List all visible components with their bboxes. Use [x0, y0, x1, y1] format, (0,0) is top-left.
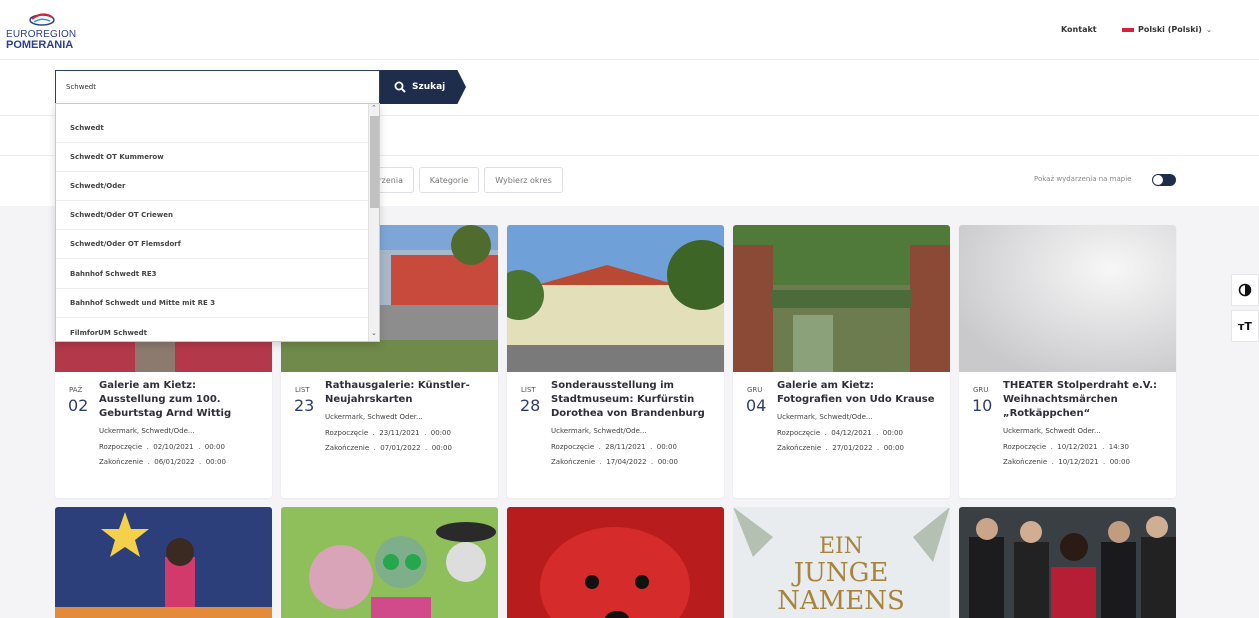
search-suggestions-dropdown: Schwedt Schwedt OT Kummerow Schwedt/Oder…: [55, 103, 380, 342]
poster-text-line1: EIN: [819, 534, 863, 559]
suggestion-item[interactable]: Schwedt/Oder: [56, 172, 368, 201]
event-poster[interactable]: [959, 507, 1176, 618]
event-poster[interactable]: [55, 507, 272, 618]
event-photo: [733, 225, 950, 372]
event-end: Zakończenie . 07/01/2022 . 00:00: [325, 444, 452, 452]
event-title[interactable]: Galerie am Kietz: Fotografien von Udo Kr…: [777, 379, 942, 407]
contact-link[interactable]: Kontakt: [1061, 25, 1097, 34]
chevron-down-icon: ⌄: [1205, 25, 1212, 34]
period-filter-label: Wybierz okres: [495, 175, 552, 185]
event-poster-image: EIN JUNGE NAMENS: [733, 507, 950, 618]
dropdown-scrollbar[interactable]: ⌃ ⌄: [368, 104, 379, 341]
event-poster-image: [55, 507, 272, 618]
event-start: Rozpoczęcie . 02/10/2021 . 00:00: [99, 443, 225, 451]
suggestion-item[interactable]: Schwedt OT Kummerow: [56, 143, 368, 172]
logo-mark-icon: [29, 13, 55, 26]
event-photo: [507, 225, 724, 372]
event-photo: [959, 225, 1176, 372]
event-title[interactable]: Galerie am Kietz: Ausstellung zum 100. G…: [99, 379, 264, 421]
event-day: 10: [972, 396, 993, 415]
event-image[interactable]: [733, 225, 950, 372]
event-card[interactable]: GRU 10 THEATER Stolperdraht e.V.: Weihna…: [959, 225, 1176, 498]
poster-text-line3: NAMENS: [777, 586, 905, 616]
event-day: 23: [294, 396, 315, 415]
event-end: Zakończenie . 06/01/2022 . 00:00: [99, 458, 226, 466]
font-size-button[interactable]: тT: [1231, 310, 1259, 342]
event-location: Uckermark, Schwedt/Ode...: [99, 427, 195, 435]
event-end: Zakończenie . 10/12/2021 . 00:00: [1003, 458, 1130, 466]
event-location: Uckermark, Schwedt Oder...: [1003, 427, 1101, 435]
event-location: Uckermark, Schwedt/Ode...: [551, 427, 647, 435]
search-input[interactable]: [55, 70, 380, 104]
event-poster[interactable]: [281, 507, 498, 618]
suggestion-item[interactable]: Schwedt/Oder OT Criewen: [56, 201, 368, 230]
event-start: Rozpoczęcie . 04/12/2021 . 00:00: [777, 429, 903, 437]
event-title[interactable]: Rathausgalerie: Künstler-Neujahrskarten: [325, 379, 490, 407]
category-filter-label: Kategorie: [429, 175, 469, 185]
event-image[interactable]: [507, 225, 724, 372]
scrollbar-thumb[interactable]: [370, 116, 379, 208]
event-type-filter-label: rzenia: [378, 175, 403, 185]
event-poster[interactable]: [507, 507, 724, 618]
period-filter[interactable]: Wybierz okres: [484, 167, 563, 193]
event-end: Zakończenie . 27/01/2022 . 00:00: [777, 444, 904, 452]
suggestion-item[interactable]: Schwedt/Oder OT Flemsdorf: [56, 230, 368, 259]
suggestion-item[interactable]: FilmforUM Schwedt: [56, 318, 368, 341]
event-poster-image: [959, 507, 1176, 618]
event-start: Rozpoczęcie . 23/11/2021 . 00:00: [325, 429, 451, 437]
suggestion-item[interactable]: Bahnhof Schwedt RE3: [56, 260, 368, 289]
event-card[interactable]: GRU 04 Galerie am Kietz: Fotografien von…: [733, 225, 950, 498]
event-day: 04: [746, 396, 767, 415]
event-end: Zakończenie . 17/04/2022 . 00:00: [551, 458, 678, 466]
event-card[interactable]: LIST 28 Sonderausstellung im Stadtmuseum…: [507, 225, 724, 498]
toggle-knob: [1153, 175, 1163, 185]
event-poster-image: [281, 507, 498, 618]
logo-text-pomerania: POMERANIA: [6, 39, 74, 51]
scroll-up-icon[interactable]: ⌃: [371, 104, 377, 112]
map-toggle[interactable]: [1152, 174, 1176, 186]
euroregion-pomerania-logo[interactable]: EUROREGION POMERANIA: [6, 11, 78, 53]
event-location: Uckermark, Schwedt Oder...: [325, 413, 423, 421]
event-image[interactable]: [959, 225, 1176, 372]
event-day: 02: [68, 396, 89, 415]
language-label: Polski (Polski): [1138, 25, 1202, 34]
event-month: GRU: [973, 386, 989, 394]
event-title[interactable]: Sonderausstellung im Stadtmuseum: Kurfür…: [551, 379, 716, 421]
search-button[interactable]: Szukaj: [380, 70, 466, 104]
poster-text-line2: JUNGE: [791, 558, 889, 588]
event-start: Rozpoczęcie . 28/11/2021 . 00:00: [551, 443, 677, 451]
event-month: LIST: [295, 386, 310, 394]
event-location: Uckermark, Schwedt/Ode...: [777, 413, 873, 421]
category-filter[interactable]: Kategorie: [419, 167, 479, 193]
map-toggle-label: Pokaż wydarzenia na mapie: [1034, 175, 1132, 183]
event-month: LIST: [521, 386, 536, 394]
event-title[interactable]: THEATER Stolperdraht e.V.: Weihnachtsmär…: [1003, 379, 1168, 421]
event-start: Rozpoczęcie . 10/12/2021 . 14:30: [1003, 443, 1129, 451]
search-button-label: Szukaj: [412, 82, 446, 92]
suggestion-item[interactable]: Bahnhof Schwedt und Mitte mit RE 3: [56, 289, 368, 318]
poland-flag-icon: [1122, 27, 1134, 32]
event-month: GRU: [747, 386, 763, 394]
font-size-icon: тT: [1238, 319, 1252, 333]
site-header: EUROREGION POMERANIA Kontakt Polski (Pol…: [0, 0, 1259, 60]
event-poster[interactable]: EIN JUNGE NAMENS: [733, 507, 950, 618]
search-icon: [394, 81, 406, 93]
event-poster-image: [507, 507, 724, 618]
event-day: 28: [520, 396, 541, 415]
language-selector[interactable]: Polski (Polski) ⌄: [1122, 25, 1212, 34]
suggestion-item[interactable]: Schwedt: [56, 114, 368, 143]
contrast-icon: [1238, 283, 1252, 297]
contrast-button[interactable]: [1231, 274, 1259, 306]
scroll-down-icon[interactable]: ⌄: [371, 329, 377, 337]
event-month: PAŹ: [69, 386, 83, 394]
